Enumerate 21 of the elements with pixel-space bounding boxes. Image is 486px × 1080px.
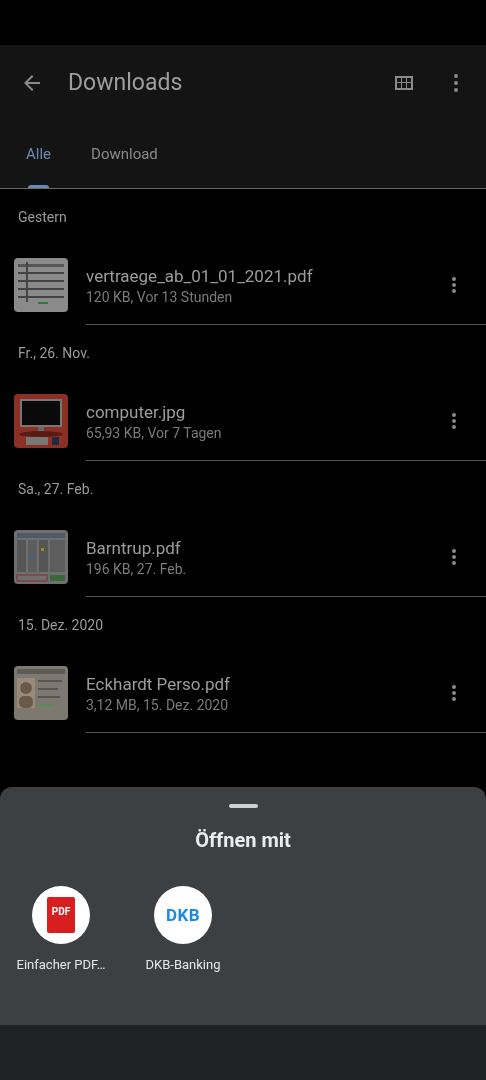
file-details: 196 KB, 27. Feb. [86, 560, 188, 577]
tab[interactable]: Alle [10, 120, 68, 188]
sheet-title: Öffnen mit [195, 828, 291, 852]
file-name[interactable]: Eckhardt Perso.pdf [86, 673, 442, 694]
file-details: 3,12 MB, 15. Dez. 2020 [86, 696, 230, 713]
file-details: 120 KB, Vor 13 Stunden [86, 288, 234, 305]
tab[interactable]: Download [75, 120, 174, 188]
file-name[interactable]: Barntrup.pdf [86, 537, 442, 558]
date-header: Sa., 27. Feb. [18, 481, 94, 497]
file-name[interactable]: computer.jpg [86, 401, 442, 422]
drag-handle[interactable] [228, 804, 258, 808]
app-name[interactable]: DKB-Banking [145, 957, 221, 972]
bank-app-icon: DKB [154, 886, 212, 944]
date-header: Fr., 26. Nov. [18, 345, 90, 361]
pdf-app-icon: PDF [32, 886, 90, 944]
app-name[interactable]: Einfacher PDF… [16, 957, 106, 972]
file-details: 65,93 KB, Vor 7 Tagen [86, 424, 223, 441]
date-header: 15. Dez. 2020 [18, 617, 104, 633]
date-header: Gestern [18, 209, 67, 225]
screen-title: Downloads [68, 69, 184, 96]
file-name[interactable]: vertraege_ab_01_01_2021.pdf [86, 265, 442, 286]
